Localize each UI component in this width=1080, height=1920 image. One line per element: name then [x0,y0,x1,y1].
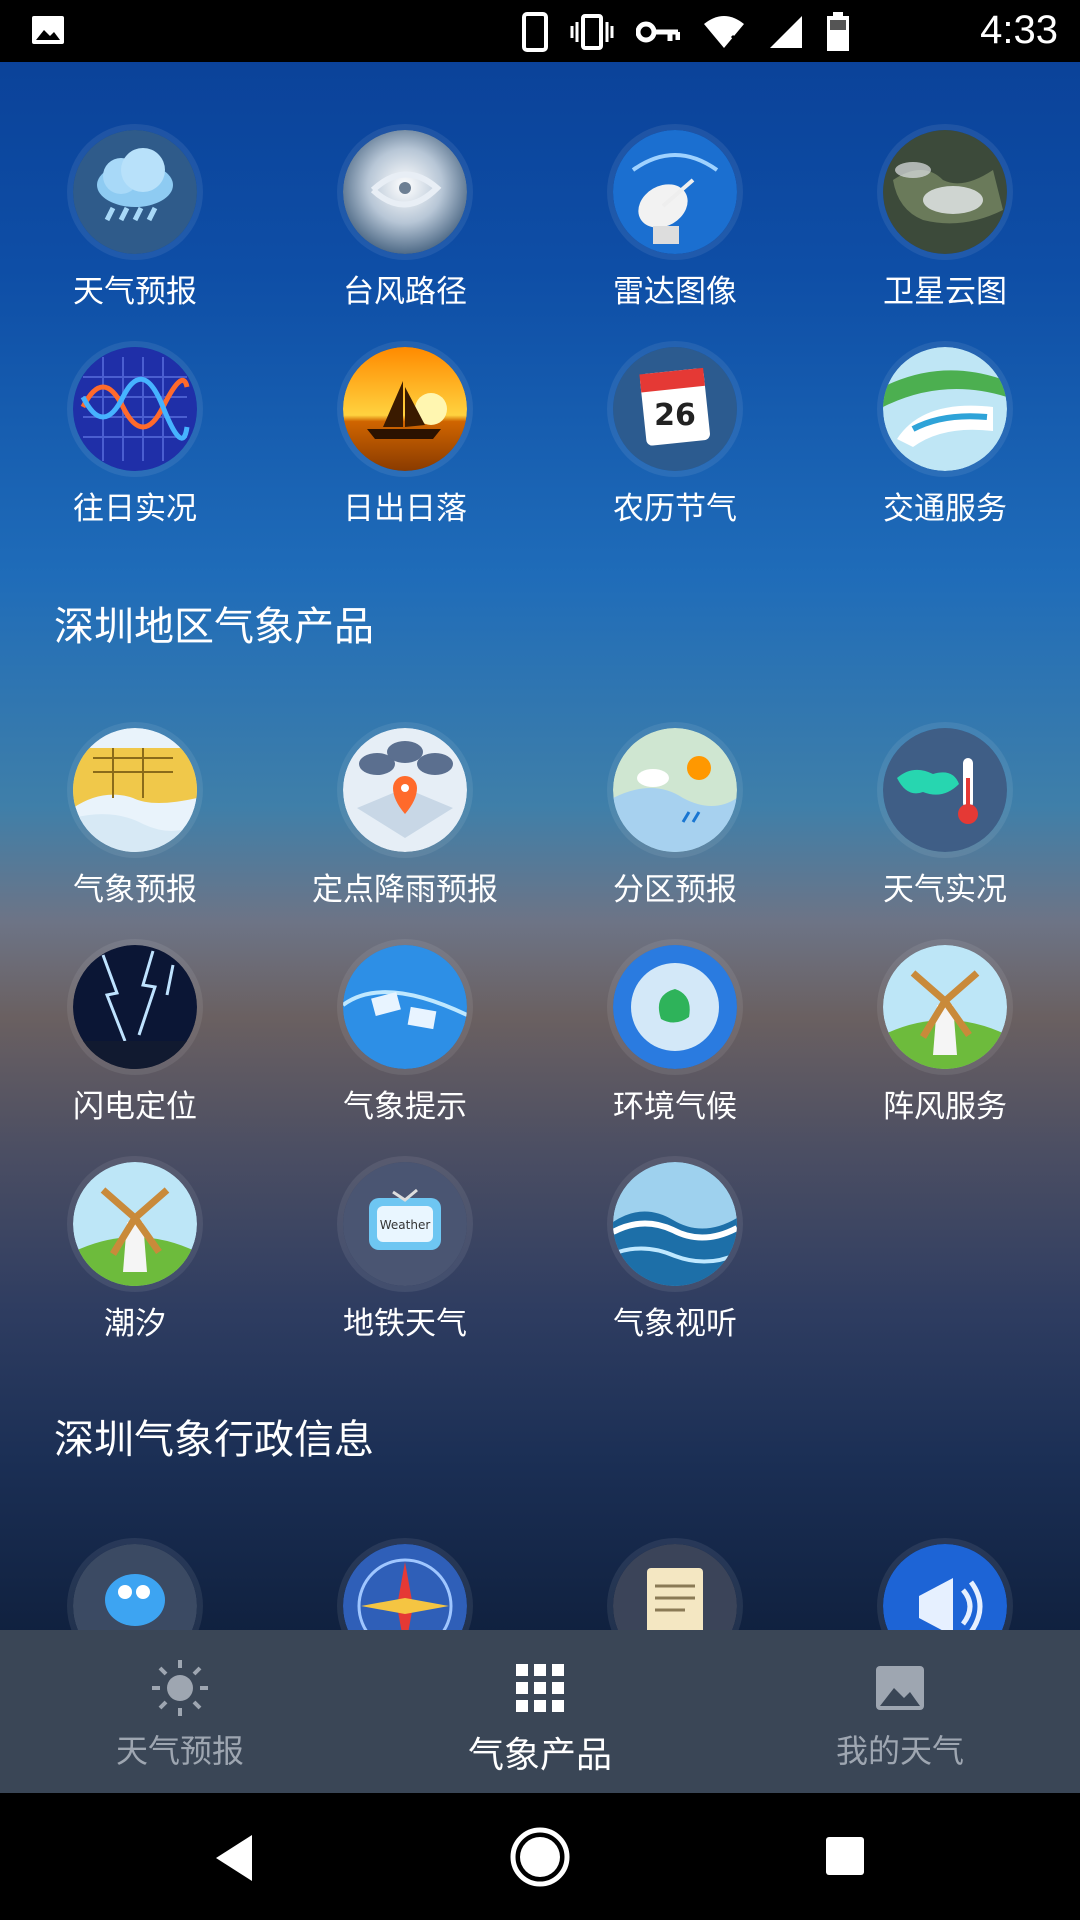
products-scroll-area[interactable]: 天气预报 台风路径 雷达图像 卫星云图 往日实况 日出日落 26 农历节气 交通… [0,62,1080,1630]
tile-label: 潮汐 [104,1306,166,1342]
system-navigation-bar [0,1793,1080,1920]
tile-weather-forecast[interactable]: 天气预报 [0,130,270,340]
home-icon[interactable] [508,1825,572,1893]
tile-admin-4[interactable] [810,1544,1080,1630]
section-title-shenzhen-products: 深圳地区气象产品 [54,604,374,650]
tile-meteorological-forecast[interactable]: 气象预报 [0,728,270,938]
tile-metro-weather[interactable]: Weather 地铁天气 [270,1162,540,1372]
vpn-key-icon [635,17,681,51]
train-icon [883,347,1007,471]
tile-label: 阵风服务 [883,1089,1007,1125]
tile-tide[interactable]: 潮汐 [0,1162,270,1372]
tile-weather-tips[interactable]: 气象提示 [270,945,540,1155]
nav-label: 气象产品 [467,1735,612,1776]
nav-label: 我的天气 [835,1732,964,1770]
calendar-icon: 26 [613,347,737,471]
lightning-icon [73,945,197,1069]
megaphone-icon [883,1544,1007,1630]
tile-label: 天气预报 [73,274,197,310]
tile-label: 往日实况 [73,491,197,527]
tile-label: 台风路径 [343,274,467,310]
tile-lightning-location[interactable]: 闪电定位 [0,945,270,1155]
tile-admin-2[interactable] [270,1544,540,1630]
wifi-icon [702,14,746,54]
clock: 4:33 [980,8,1058,52]
rain-pin-icon [343,728,467,852]
tile-typhoon-track[interactable]: 台风路径 [270,130,540,340]
nav-tab-weather-products[interactable]: 气象产品 [360,1630,720,1793]
cell-signal-icon [768,14,804,54]
radar-dish-icon [613,130,737,254]
tile-label: 环境气候 [613,1089,737,1125]
image-icon [870,1658,930,1718]
tile-district-forecast[interactable]: 分区预报 [540,728,810,938]
status-bar: 4:33 [0,0,1080,62]
tile-label: 地铁天气 [343,1306,467,1342]
nav-tab-my-weather[interactable]: 我的天气 [720,1630,1080,1793]
tile-label: 定点降雨预报 [312,872,498,908]
tile-label: 分区预报 [613,872,737,908]
district-map-icon [613,728,737,852]
calendar-day: 26 [654,398,696,433]
ocean-wave-icon [613,1162,737,1286]
tile-admin-3[interactable] [540,1544,810,1630]
map-forecast-icon [73,728,197,852]
typhoon-icon [343,130,467,254]
tile-label: 雷达图像 [613,274,737,310]
cloud-rain-icon [73,130,197,254]
sunset-boat-icon [343,347,467,471]
vibrate-icon [570,14,614,54]
leaf-bubble-icon [613,945,737,1069]
windmill-icon [883,945,1007,1069]
satellite-earth-icon [883,130,1007,254]
sun-icon [150,1658,210,1718]
tile-label: 闪电定位 [73,1089,197,1125]
notepad-icon [613,1544,737,1630]
tile-history-observation[interactable]: 往日实况 [0,347,270,557]
mail-tips-icon [343,945,467,1069]
tile-traffic-service[interactable]: 交通服务 [810,347,1080,557]
tile-label: 气象预报 [73,872,197,908]
tile-label: 气象提示 [343,1089,467,1125]
history-chart-icon [73,347,197,471]
bottom-navigation: 天气预报 气象产品 我的天气 [0,1630,1080,1793]
compass-icon [343,1544,467,1630]
tile-label: 交通服务 [883,491,1007,527]
app-root: { "status_bar": {"time": "4:33", "batter… [0,0,1080,1920]
tile-point-rain-forecast[interactable]: 定点降雨预报 [270,728,540,938]
battery-icon [826,12,850,56]
tv-text: Weather [380,1218,431,1232]
grid-icon [510,1658,570,1718]
back-icon[interactable] [212,1833,256,1887]
tile-label: 卫星云图 [883,274,1007,310]
gallery-notification-icon [30,12,66,52]
section-title-admin-info: 深圳气象行政信息 [54,1417,374,1463]
tile-satellite-cloud[interactable]: 卫星云图 [810,130,1080,340]
nav-label: 天气预报 [115,1732,244,1770]
tile-label: 农历节气 [613,491,737,527]
thermometer-map-icon [883,728,1007,852]
tile-radar-image[interactable]: 雷达图像 [540,130,810,340]
mascot-icon [73,1544,197,1630]
nav-tab-weather-forecast[interactable]: 天气预报 [0,1630,360,1793]
tile-label: 日出日落 [343,491,467,527]
tile-weather-audiovisual[interactable]: 气象视听 [540,1162,810,1372]
recents-icon[interactable] [824,1835,866,1881]
tile-sunrise-sunset[interactable]: 日出日落 [270,347,540,557]
tile-environment-climate[interactable]: 环境气候 [540,945,810,1155]
tile-label: 天气实况 [883,872,1007,908]
windmill-tide-icon [73,1162,197,1286]
tile-label: 气象视听 [613,1306,737,1342]
tile-gust-service[interactable]: 阵风服务 [810,945,1080,1155]
tile-lunar-calendar[interactable]: 26 农历节气 [540,347,810,557]
phone-icon [522,12,548,56]
tile-weather-observation[interactable]: 天气实况 [810,728,1080,938]
tv-weather-icon: Weather [343,1162,467,1286]
tile-admin-1[interactable] [0,1544,270,1630]
